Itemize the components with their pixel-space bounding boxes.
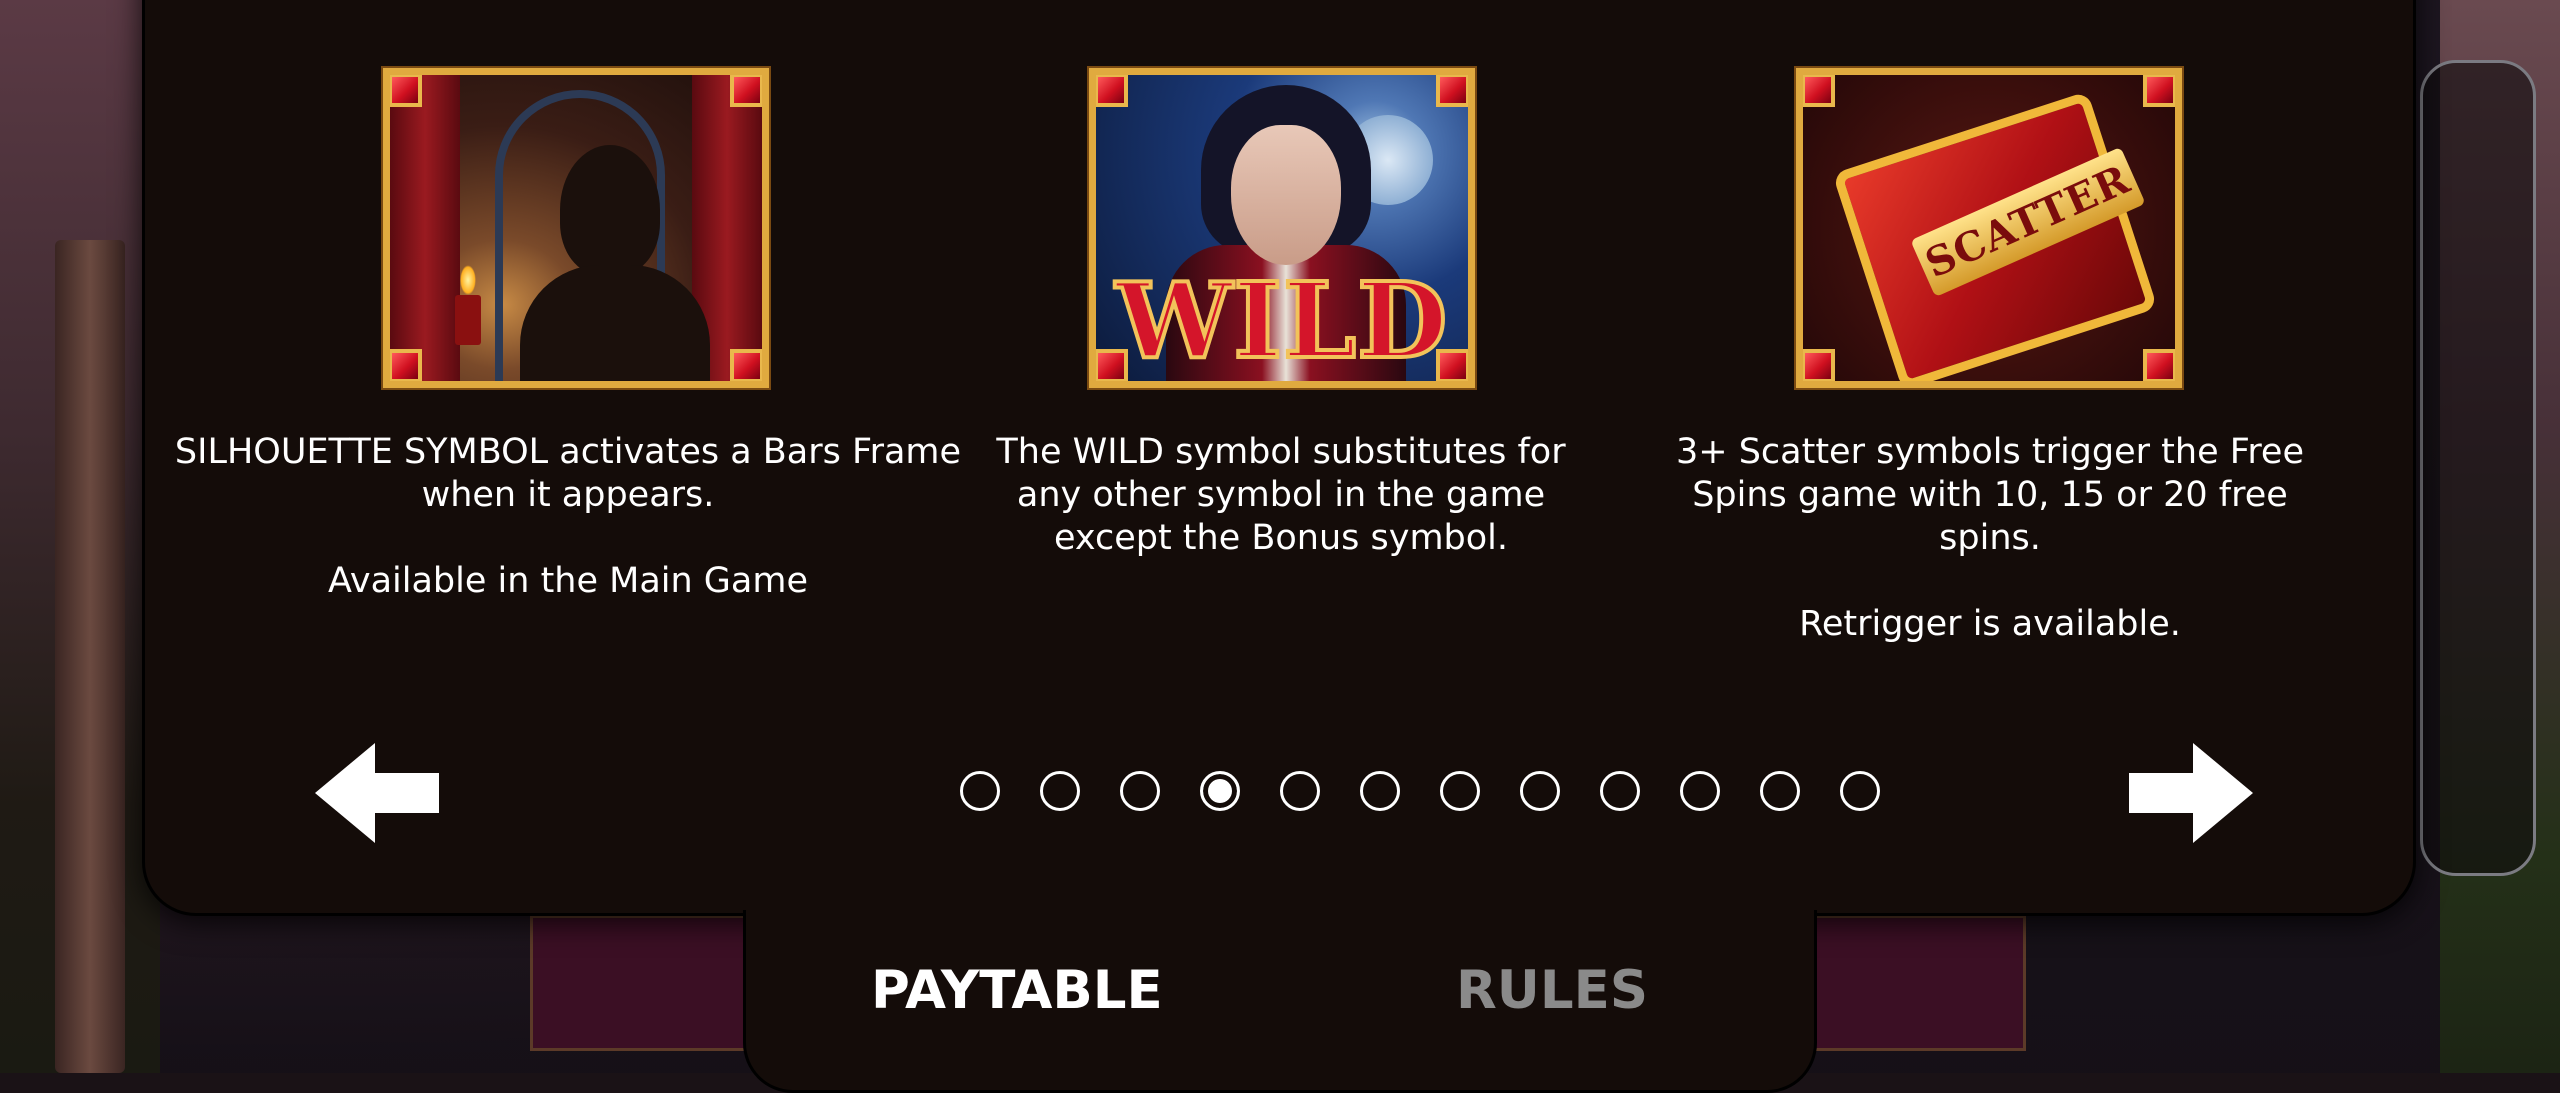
ruby-gem-icon [1436,75,1468,107]
wild-description: The WILD symbol substitutes for any othe… [881,431,1681,560]
pagination-dot[interactable] [1280,771,1320,811]
ruby-gem-icon [730,75,762,107]
description-line: Spins game with 10, 15 or 20 free [1692,475,2288,515]
scatter-symbol-image: SCATTER [1794,66,2184,390]
arrow-right-icon [2129,743,2253,843]
ruby-gem-icon [2143,349,2175,381]
ruby-gem-icon [390,75,422,107]
background-reel-window [530,915,766,1051]
scatter-description: 3+ Scatter symbols trigger the Free Spin… [1585,431,2395,646]
ruby-gem-icon [1803,75,1835,107]
background-pillar [55,240,125,1073]
silhouette-description: SILHOUETTE SYMBOL activates a Bars Frame… [173,431,963,603]
silhouette-symbol-image [381,66,771,390]
pagination-dot[interactable] [1680,771,1720,811]
pagination-dot[interactable] [1600,771,1640,811]
ruby-gem-icon [1803,349,1835,381]
description-line: any other symbol in the game [1016,475,1546,515]
arrow-left-icon [315,743,439,843]
description-line: when it appears. [421,475,715,515]
tab-bar: PAYTABLE RULES [743,910,1817,1093]
pagination-dot[interactable] [1040,771,1080,811]
next-page-button[interactable] [2125,738,2255,848]
ruby-gem-icon [1436,349,1468,381]
ruby-gem-icon [730,349,762,381]
background-side-control-panel [2420,60,2536,876]
ruby-gem-icon [390,349,422,381]
background-reel-window [1790,915,2026,1051]
pagination-dot[interactable] [960,771,1000,811]
description-line: spins. [1939,518,2041,558]
ruby-gem-icon [1096,75,1128,107]
pagination-dot-active[interactable] [1200,771,1240,811]
tab-paytable[interactable]: PAYTABLE [871,960,1163,1021]
description-line: except the Bonus symbol. [1053,518,1509,558]
description-line: 3+ Scatter symbols trigger the Free [1675,432,2305,472]
wild-symbol-label: WILD [1114,259,1450,382]
ruby-gem-icon [2143,75,2175,107]
pagination-dot[interactable] [1440,771,1480,811]
pagination-dot[interactable] [1840,771,1880,811]
description-note: Available in the Main Game [327,561,809,601]
tab-rules[interactable]: RULES [1456,960,1648,1021]
wild-symbol-image: WILD [1087,66,1477,390]
description-note: Retrigger is available. [1799,604,2181,644]
pagination-dot[interactable] [1760,771,1800,811]
pagination-dot[interactable] [1360,771,1400,811]
pagination-dot[interactable] [1520,771,1560,811]
previous-page-button[interactable] [313,738,443,848]
description-line: The WILD symbol substitutes for [996,432,1566,472]
ruby-gem-icon [1096,349,1128,381]
paytable-modal: SILHOUETTE SYMBOL activates a Bars Frame… [142,0,2416,916]
pagination-dot[interactable] [1120,771,1160,811]
description-line: SILHOUETTE SYMBOL activates a Bars Frame [174,432,962,472]
